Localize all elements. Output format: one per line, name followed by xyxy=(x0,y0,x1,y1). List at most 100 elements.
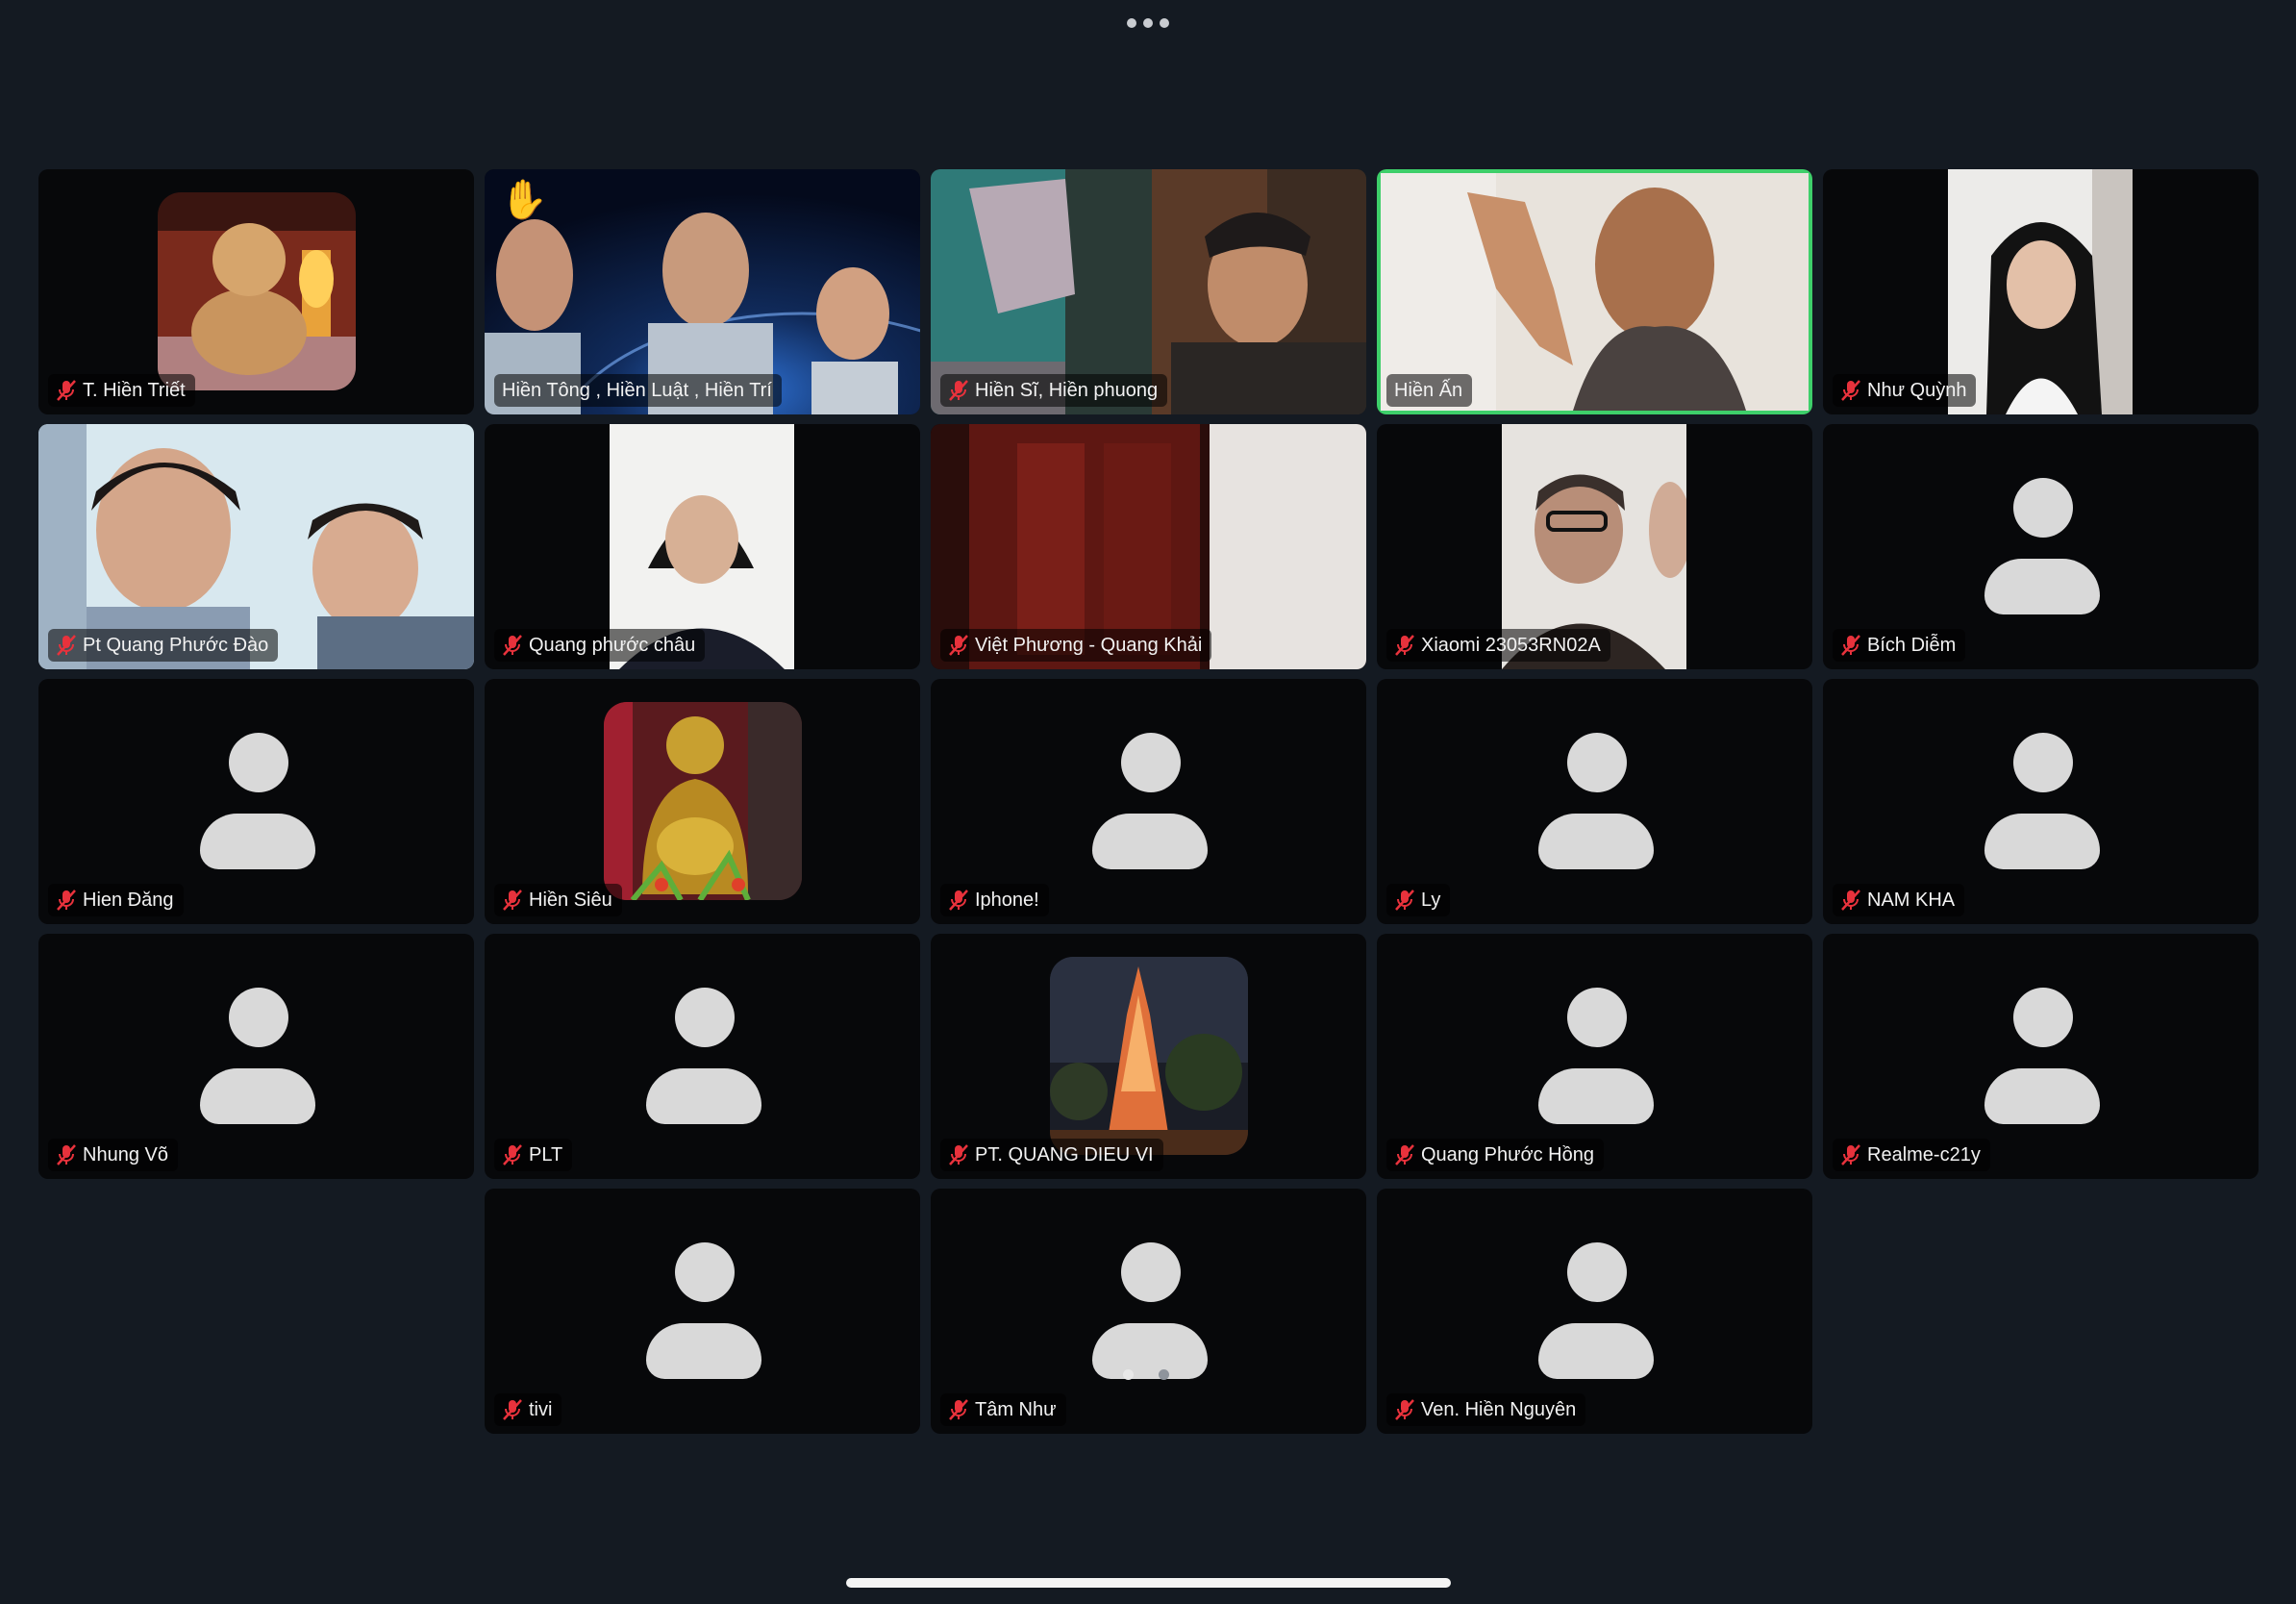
participant-name: PT. QUANG DIEU VI xyxy=(975,1143,1154,1165)
participant-name-label: Hiền Ấn xyxy=(1386,374,1473,407)
participant-tile[interactable]: PT. QUANG DIEU VI xyxy=(931,934,1366,1179)
default-avatar-icon xyxy=(1092,1242,1208,1379)
participant-name: Hiền Sĩ, Hiền phuong xyxy=(975,379,1159,401)
participant-name-label: Quang Phước Hồng xyxy=(1386,1139,1604,1171)
default-avatar-icon xyxy=(200,988,315,1124)
mic-off-icon xyxy=(57,635,76,656)
participant-tile[interactable]: Iphone! xyxy=(931,679,1366,924)
participant-name-label: Hiền Siêu xyxy=(494,884,622,916)
participant-name-label: Ly xyxy=(1386,884,1451,916)
participant-name: Hiền Ấn xyxy=(1394,379,1463,401)
participant-name: Pt Quang Phước Đào xyxy=(83,634,269,656)
participant-name-label: Iphone! xyxy=(940,884,1049,916)
default-avatar-icon xyxy=(1984,478,2100,614)
mic-off-icon xyxy=(57,380,76,401)
mic-off-icon xyxy=(1841,890,1860,911)
participant-name-label: Hiền Sĩ, Hiền phuong xyxy=(940,374,1168,407)
participant-tile[interactable]: T. Hiền Triết xyxy=(38,169,474,414)
participant-tile[interactable]: Như Quỳnh xyxy=(1823,169,2259,414)
default-avatar-icon xyxy=(1538,733,1654,869)
participant-tile[interactable]: Ven. Hiền Nguyên xyxy=(1377,1189,1812,1434)
participant-name-label: Nhung Võ xyxy=(48,1139,178,1171)
participant-tile[interactable]: Realme-c21y xyxy=(1823,934,2259,1179)
participant-tile[interactable]: Hiền Sĩ, Hiền phuong xyxy=(931,169,1366,414)
participant-name-label: Hiền Tông , Hiền Luật , Hiền Trí xyxy=(494,374,782,407)
mic-off-icon xyxy=(949,890,968,911)
participant-tile[interactable]: Ly xyxy=(1377,679,1812,924)
participant-tile[interactable]: NAM KHA xyxy=(1823,679,2259,924)
home-indicator[interactable] xyxy=(846,1578,1451,1588)
default-avatar-icon xyxy=(1984,733,2100,869)
mic-off-icon xyxy=(1841,635,1860,656)
participant-name: PLT xyxy=(529,1143,563,1165)
default-avatar-icon xyxy=(200,733,315,869)
mic-off-icon xyxy=(949,1144,968,1165)
participant-name-label: Xiaomi 23053RN02A xyxy=(1386,629,1610,662)
participant-name-label: Realme-c21y xyxy=(1833,1139,1990,1171)
default-avatar-icon xyxy=(1538,988,1654,1124)
participant-name: tivi xyxy=(529,1398,553,1420)
participant-name: Bích Diễm xyxy=(1867,634,1957,656)
participant-name: Quang phước châu xyxy=(529,634,696,656)
participant-name-label: tivi xyxy=(494,1393,562,1426)
participant-tile[interactable]: Tâm Như xyxy=(931,1189,1366,1434)
participant-tile[interactable]: Nhung Võ xyxy=(38,934,474,1179)
mic-off-icon xyxy=(503,635,522,656)
mic-off-icon xyxy=(1841,1144,1860,1165)
participant-name: Hiền Siêu xyxy=(529,889,612,911)
participant-name: Như Quỳnh xyxy=(1867,379,1967,401)
participant-name-label: Quang phước châu xyxy=(494,629,706,662)
participant-grid: T. Hiền Triết ✋ Hiền Tông , Hiền Luật , … xyxy=(0,0,2296,1604)
participant-tile[interactable]: Hiền Siêu xyxy=(485,679,920,924)
mic-off-icon xyxy=(949,1399,968,1420)
mic-off-icon xyxy=(503,890,522,911)
participant-tile[interactable]: Xiaomi 23053RN02A xyxy=(1377,424,1812,669)
participant-name: Ven. Hiền Nguyên xyxy=(1421,1398,1577,1420)
participant-tile[interactable]: Quang phước châu xyxy=(485,424,920,669)
default-avatar-icon xyxy=(646,1242,761,1379)
participant-tile[interactable]: Quang Phước Hồng xyxy=(1377,934,1812,1179)
participant-name-label: Hien Đăng xyxy=(48,884,184,916)
default-avatar-icon xyxy=(1092,733,1208,869)
participant-name-label: PLT xyxy=(494,1139,573,1171)
participant-name: T. Hiền Triết xyxy=(83,379,186,401)
participant-name-label: T. Hiền Triết xyxy=(48,374,195,407)
participant-name-label: Như Quỳnh xyxy=(1833,374,1977,407)
page-indicator[interactable] xyxy=(1123,1369,1169,1380)
default-avatar-icon xyxy=(646,988,761,1124)
mic-off-icon xyxy=(1395,1144,1414,1165)
page-dot[interactable] xyxy=(1159,1369,1169,1380)
participant-name: Tâm Như xyxy=(975,1398,1057,1420)
mic-off-icon xyxy=(503,1144,522,1165)
page-dot-active[interactable] xyxy=(1123,1369,1134,1380)
participant-name: Nhung Võ xyxy=(83,1143,168,1165)
participant-name-label: NAM KHA xyxy=(1833,884,1965,916)
mic-off-icon xyxy=(1395,635,1414,656)
participant-tile[interactable]: Việt Phương - Quang Khải xyxy=(931,424,1366,669)
participant-tile[interactable]: Bích Diễm xyxy=(1823,424,2259,669)
participant-name-label: Ven. Hiền Nguyên xyxy=(1386,1393,1586,1426)
participant-name-label: Pt Quang Phước Đào xyxy=(48,629,279,662)
participant-name: Việt Phương - Quang Khải xyxy=(975,634,1203,656)
participant-tile[interactable]: ✋ Hiền Tông , Hiền Luật , Hiền Trí xyxy=(485,169,920,414)
participant-name: NAM KHA xyxy=(1867,889,1956,911)
mic-off-icon xyxy=(1395,1399,1414,1420)
participant-tile[interactable]: Pt Quang Phước Đào xyxy=(38,424,474,669)
profile-picture xyxy=(604,702,802,900)
participant-tile[interactable]: tivi xyxy=(485,1189,920,1434)
participant-name-label: Tâm Như xyxy=(940,1393,1066,1426)
mic-off-icon xyxy=(503,1399,522,1420)
participant-name: Iphone! xyxy=(975,889,1039,911)
participant-name-label: Việt Phương - Quang Khải xyxy=(940,629,1212,662)
participant-name-label: Bích Diễm xyxy=(1833,629,1966,662)
participant-name: Hien Đăng xyxy=(83,889,174,911)
profile-picture xyxy=(1050,957,1248,1155)
participant-name: Xiaomi 23053RN02A xyxy=(1421,634,1601,656)
participant-tile[interactable]: Hien Đăng xyxy=(38,679,474,924)
participant-tile-active-speaker[interactable]: Hiền Ấn xyxy=(1377,169,1812,414)
participant-tile[interactable]: PLT xyxy=(485,934,920,1179)
mic-off-icon xyxy=(949,635,968,656)
default-avatar-icon xyxy=(1538,1242,1654,1379)
participant-name: Quang Phước Hồng xyxy=(1421,1143,1594,1165)
default-avatar-icon xyxy=(1984,988,2100,1124)
